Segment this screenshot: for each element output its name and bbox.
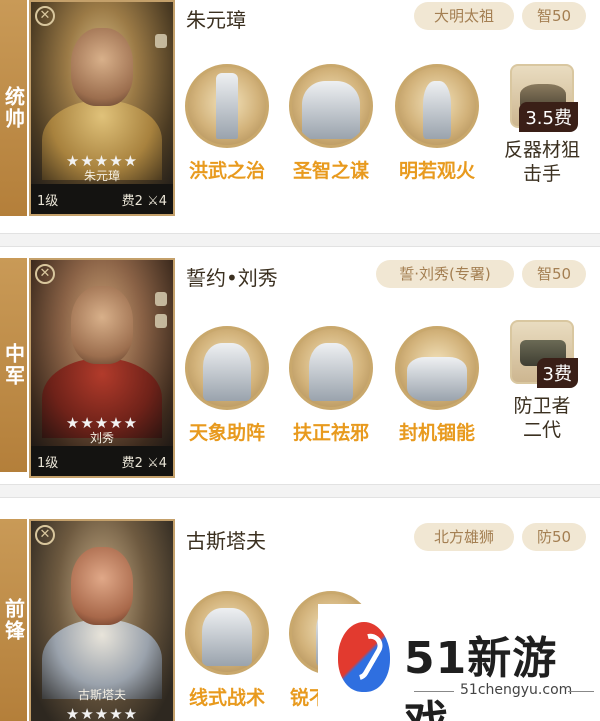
unit-name: 防卫者二代 bbox=[513, 395, 571, 441]
brand-logo-icon bbox=[338, 622, 390, 692]
skill-name: 圣智之谋 bbox=[292, 160, 369, 182]
unit-cost-badge: 3费 bbox=[536, 358, 578, 388]
skill-slot[interactable]: 洪武之治 bbox=[182, 64, 272, 183]
hero-face bbox=[71, 28, 133, 106]
hero-card[interactable]: ✕ 古斯塔夫 ★★★★★ bbox=[29, 519, 175, 721]
skill-icon bbox=[289, 64, 373, 148]
hero-name: 古斯塔夫 bbox=[186, 529, 266, 553]
skill-name: 明若观火 bbox=[398, 160, 475, 182]
skill-slot[interactable]: 封机锢能 bbox=[392, 326, 482, 445]
skill-icon bbox=[185, 591, 269, 675]
hero-name: 朱元璋 bbox=[186, 8, 246, 32]
equipment-icon bbox=[155, 34, 167, 48]
hero-card[interactable]: ✕ ★★★★★ 刘秀 1级 费2 ⚔4 bbox=[29, 258, 175, 478]
skill-slot[interactable]: 明若观火 bbox=[392, 64, 482, 183]
unit-name: 反器材狙击手 bbox=[503, 139, 580, 185]
skill-slot[interactable]: 线式战术 bbox=[182, 591, 272, 710]
cost-troops: 费2 ⚔4 bbox=[122, 190, 167, 209]
hero-row-1: 统帅 ✕ ★★★★★ 朱元璋 1级 费2 ⚔4 朱元璋 大明太祖 智50 洪武之… bbox=[0, 0, 600, 232]
divider bbox=[414, 691, 454, 692]
hero-title-tag: 大明太祖 bbox=[414, 2, 514, 30]
skill-name: 线式战术 bbox=[188, 687, 265, 709]
unit-slot[interactable]: 3费 防卫者二代 bbox=[496, 320, 588, 442]
skill-icon bbox=[395, 326, 479, 410]
skill-icon bbox=[185, 326, 269, 410]
role-label: 统帅 bbox=[0, 0, 27, 216]
troops-label: ⚔4 bbox=[147, 455, 167, 471]
unit-icon: 3费 bbox=[510, 320, 578, 388]
star-rating: ★★★★★ bbox=[65, 705, 139, 721]
hero-title-tag: 誓·刘秀(专署) bbox=[376, 260, 514, 288]
skill-slot[interactable]: 扶正祛邪 bbox=[286, 326, 376, 445]
cost-troops: 费2 ⚔4 bbox=[122, 452, 167, 471]
skill-slot[interactable]: 天象助阵 bbox=[182, 326, 272, 445]
unit-slot[interactable]: 3.5费 反器材狙击手 bbox=[496, 64, 588, 186]
level-label: 1级 bbox=[37, 193, 59, 209]
level-label: 1级 bbox=[37, 455, 59, 471]
divider bbox=[568, 691, 594, 692]
card-footer: 1级 费2 ⚔4 bbox=[31, 184, 173, 214]
close-icon[interactable]: ✕ bbox=[35, 6, 55, 26]
unit-icon: 3.5费 bbox=[510, 64, 578, 132]
skill-icon bbox=[395, 64, 479, 148]
skill-slot[interactable]: 圣智之谋 bbox=[286, 64, 376, 183]
card-hero-name: 古斯塔夫 bbox=[77, 688, 126, 702]
skill-icon bbox=[289, 326, 373, 410]
role-label: 前锋 bbox=[0, 519, 27, 721]
stat-tag: 防50 bbox=[522, 523, 586, 551]
skill-icon bbox=[185, 64, 269, 148]
equipment-icon bbox=[155, 314, 167, 328]
hero-face bbox=[71, 286, 133, 364]
hero-card[interactable]: ✕ ★★★★★ 朱元璋 1级 费2 ⚔4 bbox=[29, 0, 175, 216]
row-separator bbox=[0, 233, 600, 247]
close-icon[interactable]: ✕ bbox=[35, 525, 55, 545]
equipment-icon bbox=[155, 292, 167, 306]
hero-row-2: 中军 ✕ ★★★★★ 刘秀 1级 费2 ⚔4 誓约•刘秀 誓·刘秀(专署) 智5… bbox=[0, 248, 600, 483]
skill-name: 天象助阵 bbox=[188, 422, 265, 444]
card-hero-name: 刘秀 bbox=[89, 431, 114, 445]
close-icon[interactable]: ✕ bbox=[35, 264, 55, 284]
stat-tag: 智50 bbox=[522, 2, 586, 30]
troops-label: ⚔4 bbox=[147, 193, 167, 209]
watermark-brand: 51新游戏 bbox=[404, 633, 558, 721]
role-label: 中军 bbox=[0, 258, 27, 472]
skill-name: 扶正祛邪 bbox=[292, 422, 369, 444]
skill-name: 洪武之治 bbox=[188, 160, 265, 182]
skill-name: 封机锢能 bbox=[398, 422, 475, 444]
watermark-logo: 51新游戏 51chengyu.com bbox=[318, 604, 600, 721]
watermark-domain: 51chengyu.com bbox=[460, 682, 573, 698]
stat-tag: 智50 bbox=[522, 260, 586, 288]
card-hero-name: 朱元璋 bbox=[83, 169, 120, 183]
card-footer: 1级 费2 ⚔4 bbox=[31, 446, 173, 476]
hero-face bbox=[71, 547, 133, 625]
cost-label: 费2 bbox=[121, 455, 143, 471]
row-separator bbox=[0, 484, 600, 498]
unit-cost-badge: 3.5费 bbox=[519, 102, 578, 132]
hero-title-tag: 北方雄狮 bbox=[414, 523, 514, 551]
cost-label: 费2 bbox=[121, 193, 143, 209]
hero-name: 誓约•刘秀 bbox=[186, 266, 278, 290]
